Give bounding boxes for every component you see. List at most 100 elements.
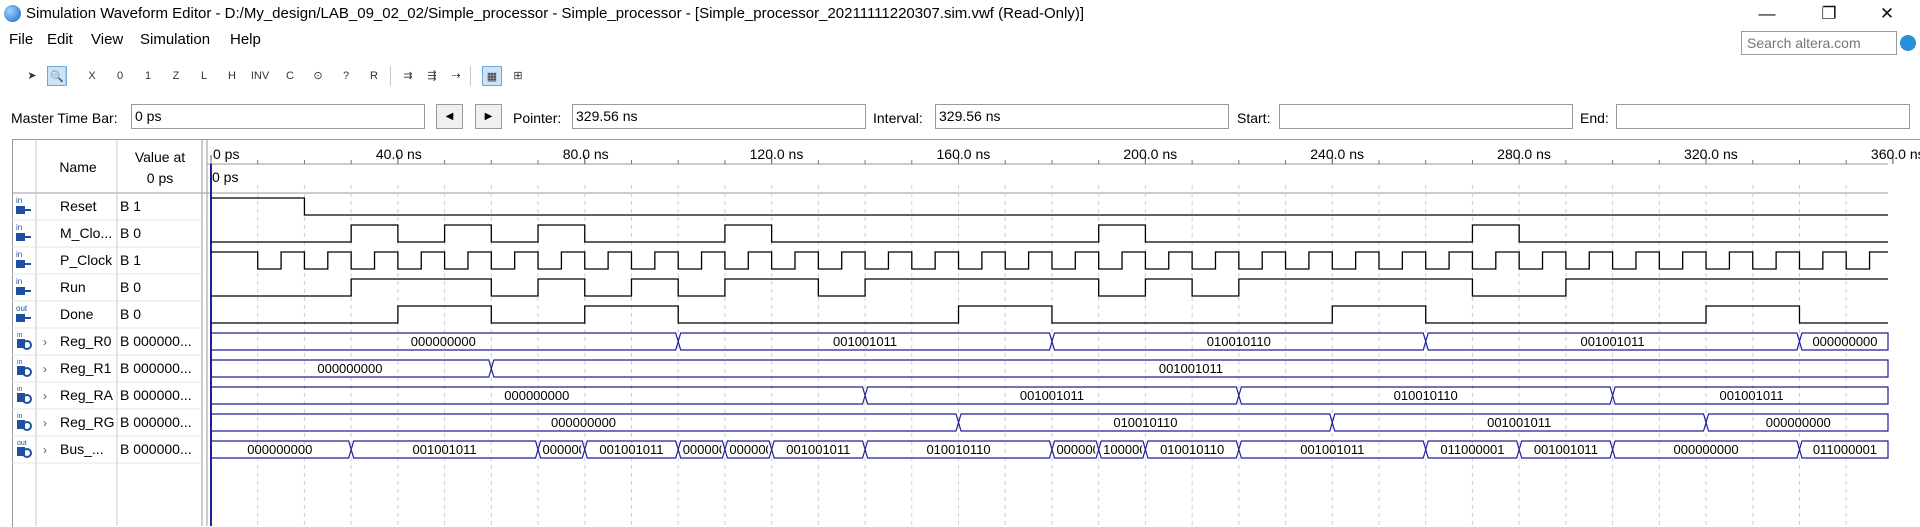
bit-waveform — [211, 197, 1888, 216]
signal-row-reg_rg[interactable]: in › Reg_RG B 000000... 000000000 010010110 00… — [12, 413, 1889, 437]
generate-netlist-icon[interactable]: ⇢ — [446, 66, 466, 86]
svg-text:in: in — [17, 332, 23, 339]
signal-row-done[interactable]: out Done B 0 — [12, 304, 1888, 329]
signal-value: B 1 — [120, 198, 141, 214]
svg-text:in: in — [17, 359, 23, 366]
toolbar-separator — [390, 66, 391, 86]
svg-text:in: in — [16, 277, 22, 286]
random-values-icon[interactable]: R — [364, 66, 384, 86]
svg-text:out: out — [16, 304, 28, 313]
bus-value-label: 000000000 — [247, 442, 312, 457]
svg-text:in: in — [16, 223, 22, 232]
signal-row-m_clo[interactable]: in M_Clo... B 0 — [12, 223, 1888, 248]
time-tick-label: 280.0 ns — [1497, 146, 1551, 162]
column-header-name: Name — [59, 159, 97, 175]
signal-value: B 1 — [120, 252, 141, 268]
input-pin-icon: in — [17, 359, 32, 377]
bus-value-label: 001001011 — [1534, 442, 1598, 457]
input-pin-icon: in — [16, 223, 31, 241]
time-tick-label: 200.0 ns — [1123, 146, 1177, 162]
column-header-value-time: 0 ps — [147, 170, 173, 186]
bus-value-label: 001001011 — [1300, 442, 1364, 457]
expand-chevron-icon[interactable]: › — [43, 335, 47, 349]
expand-chevron-icon[interactable]: › — [43, 362, 47, 376]
overwrite-clock-icon[interactable]: ⊙ — [308, 66, 328, 86]
bus-value-label: 001001011 — [1159, 361, 1223, 376]
signal-name: Reset — [60, 198, 97, 214]
signal-name: P_Clock — [60, 252, 113, 268]
force-unknown-icon[interactable]: X — [82, 66, 102, 86]
input-pin-icon: in — [17, 332, 32, 350]
signal-row-reset[interactable]: in Reset B 1 — [12, 196, 1888, 221]
force-high-impedance-icon[interactable]: Z — [166, 66, 186, 86]
svg-text:in: in — [17, 386, 23, 393]
signal-value: B 000000... — [120, 387, 192, 403]
expand-chevron-icon[interactable]: › — [43, 416, 47, 430]
bus-value-label: 000000000 — [543, 442, 608, 457]
signal-value: B 0 — [120, 279, 141, 295]
signal-value: B 000000... — [120, 441, 192, 457]
svg-text:in: in — [16, 250, 22, 259]
bus-value-label: 000000000 — [729, 442, 794, 457]
bus-value-label: 011000001 — [1813, 442, 1877, 457]
input-pin-icon: in — [16, 277, 31, 295]
signal-row-reg_r0[interactable]: in › Reg_R0 B 000000... 000000000 001001011 01… — [12, 332, 1889, 356]
run-functional-simulation-icon[interactable]: ⇉ — [398, 66, 418, 86]
toolbar-separator — [65, 66, 66, 86]
bus-value-label: 000000000 — [1812, 334, 1877, 349]
expand-chevron-icon[interactable]: › — [43, 443, 47, 457]
bus-value-label: 010010110 — [1113, 415, 1177, 430]
force-low-icon[interactable]: 0 — [110, 66, 130, 86]
bus-value-label: 000000000 — [317, 361, 382, 376]
time-tick-label: 320.0 ns — [1684, 146, 1738, 162]
column-header-value-at: Value at — [135, 149, 185, 165]
output-pin-icon: out — [16, 304, 31, 322]
bus-value-label: 011000001 — [1440, 442, 1504, 457]
signal-name: M_Clo... — [60, 225, 112, 241]
signal-name: Reg_R1 — [60, 360, 112, 376]
cursor-time-label: 0 ps — [212, 169, 238, 185]
run-timing-simulation-icon[interactable]: ⇶ — [422, 66, 442, 86]
signal-value: B 000000... — [120, 360, 192, 376]
signal-row-run[interactable]: in Run B 0 — [12, 277, 1888, 302]
expand-chevron-icon[interactable]: › — [43, 389, 47, 403]
bus-value-label: 010010110 — [926, 442, 990, 457]
bus-value-label: 010010110 — [1207, 334, 1271, 349]
time-tick-label: 160.0 ns — [937, 146, 991, 162]
bus-value-label: 001001011 — [786, 442, 850, 457]
output-pin-icon: out — [17, 440, 32, 458]
bus-value-label: 001001011 — [1719, 388, 1783, 403]
arbitrary-value-icon[interactable]: ? — [336, 66, 356, 86]
time-tick-label: 40.0 ns — [376, 146, 422, 162]
force-weak-low-icon[interactable]: L — [194, 66, 214, 86]
invert-icon[interactable]: INV — [250, 66, 270, 86]
signal-value: B 0 — [120, 306, 141, 322]
zoom-tool-icon[interactable]: 🔍 — [47, 66, 67, 86]
selection-tool-icon[interactable]: ➤ — [22, 66, 42, 86]
force-weak-high-icon[interactable]: H — [222, 66, 242, 86]
signal-row-reg_ra[interactable]: in › Reg_RA B 000000... 000000000 001001011 01… — [12, 386, 1889, 410]
bit-waveform — [211, 278, 1888, 297]
signal-name: Bus_... — [60, 441, 104, 457]
bus-value-label: 001001011 — [1581, 334, 1645, 349]
signal-row-bus_[interactable]: out › Bus_... B 000000... 000000000 001001011… — [12, 440, 1889, 464]
signal-name: Reg_R0 — [60, 333, 112, 349]
signal-row-reg_r1[interactable]: in › Reg_R1 B 000000... 000000000 001001011 — [12, 359, 1889, 383]
bus-value-label: 010010110 — [1160, 442, 1224, 457]
snap-to-grid-icon[interactable]: ▦ — [482, 66, 502, 86]
signal-row-p_clock[interactable]: in P_Clock B 1 — [12, 250, 1888, 275]
bus-value-label: 001001011 — [1020, 388, 1084, 403]
bus-value-label: 010010110 — [1394, 388, 1458, 403]
input-pin-icon: in — [16, 196, 31, 214]
bus-value-label: 000000000 — [551, 415, 616, 430]
time-tick-label: 0 ps — [213, 146, 239, 162]
signal-value: B 000000... — [120, 414, 192, 430]
bus-value-label: 000000000 — [1766, 415, 1831, 430]
force-high-icon[interactable]: 1 — [138, 66, 158, 86]
grid-settings-icon[interactable]: ⊞ — [508, 66, 528, 86]
count-value-icon[interactable]: C — [280, 66, 300, 86]
bus-value-label: 001001011 — [833, 334, 897, 349]
signal-name: Done — [60, 306, 94, 322]
bit-waveform — [211, 251, 1888, 270]
bus-value-label: 100000000 — [1103, 442, 1168, 457]
